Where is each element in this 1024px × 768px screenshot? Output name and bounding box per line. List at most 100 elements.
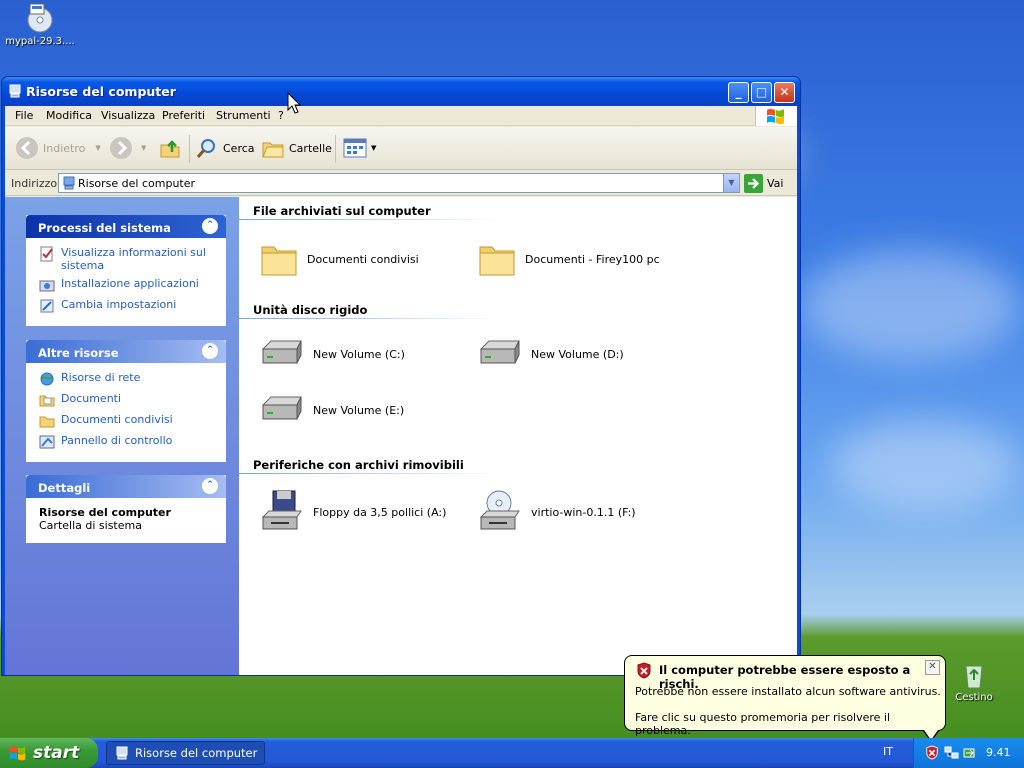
search-icon bbox=[196, 139, 215, 158]
folders-label: Cartelle bbox=[289, 141, 332, 155]
back-dropdown-icon[interactable]: ▼ bbox=[95, 144, 100, 152]
taskbar-button-label: Risorse del computer bbox=[135, 746, 258, 760]
item-drive-c[interactable]: New Volume (C:) bbox=[259, 339, 405, 369]
forward-dropdown-icon[interactable]: ▼ bbox=[141, 144, 146, 152]
security-notification-balloon[interactable]: Il computer potrebbe essere esposto a ri… bbox=[624, 655, 946, 742]
balloon-close-button[interactable]: ✕ bbox=[925, 660, 940, 675]
views-dropdown-icon: ▼ bbox=[371, 144, 377, 152]
task-label: Documenti bbox=[61, 392, 122, 405]
balloon-message-line2: Fare clic su questo promemoria per risol… bbox=[635, 711, 891, 737]
up-folder-icon bbox=[160, 140, 180, 158]
network-tray-icon[interactable] bbox=[944, 745, 959, 760]
explorer-window: Risorse del computer _ □ ✕ File Modifica… bbox=[1, 76, 801, 676]
group-hard-drives: Unità disco rigido bbox=[253, 303, 368, 317]
panel-body: Visualizza informazioni sul sistema Inst… bbox=[26, 238, 226, 326]
task-view-system-info[interactable]: Visualizza informazioni sul sistema bbox=[39, 246, 219, 272]
mouse-cursor-icon bbox=[287, 92, 301, 114]
address-bar: Indirizzo Risorse del computer ▼ Vai bbox=[5, 171, 797, 196]
group-stored-files: File archiviati sul computer bbox=[253, 204, 431, 218]
folders-icon bbox=[262, 142, 284, 158]
menu-tools[interactable]: Strumenti bbox=[216, 109, 271, 122]
maximize-button[interactable]: □ bbox=[751, 82, 772, 103]
folder-icon bbox=[39, 416, 55, 428]
back-arrow-icon bbox=[16, 137, 38, 159]
task-change-settings[interactable]: Cambia impostazioni bbox=[39, 298, 219, 314]
security-alert-tray-icon[interactable] bbox=[925, 745, 939, 760]
address-dropdown-button[interactable]: ▼ bbox=[723, 174, 739, 192]
settings-icon bbox=[40, 299, 54, 313]
up-folder-button[interactable] bbox=[158, 136, 182, 160]
item-drive-d[interactable]: New Volume (D:) bbox=[477, 339, 624, 369]
programs-icon bbox=[39, 280, 55, 292]
group-removable: Periferiche con archivi rimovibili bbox=[253, 458, 464, 472]
taskbar: start Risorse del computer IT 9.41 bbox=[0, 738, 1024, 768]
menu-edit[interactable]: Modifica bbox=[46, 109, 92, 122]
item-label: New Volume (C:) bbox=[313, 347, 405, 361]
start-button[interactable]: start bbox=[0, 738, 98, 768]
minimize-button[interactable]: _ bbox=[728, 82, 749, 103]
go-button[interactable]: Vai bbox=[744, 174, 783, 193]
task-label: Documenti condivisi bbox=[61, 413, 173, 426]
item-user-documents[interactable]: Documenti - Firey100 pc bbox=[477, 239, 660, 279]
documents-folder-icon bbox=[39, 395, 55, 407]
item-cd-drive-f[interactable]: virtio-win-0.1.1 (F:) bbox=[477, 489, 636, 535]
clock[interactable]: 9.41 bbox=[986, 746, 1011, 759]
content-area: Processi del sistema ⌃ Visualizza inform… bbox=[5, 197, 797, 675]
task-label: Pannello di controllo bbox=[61, 434, 173, 447]
start-label: start bbox=[33, 743, 80, 763]
panel-header[interactable]: Processi del sistema ⌃ bbox=[26, 215, 226, 238]
collapse-chevron-icon[interactable]: ⌃ bbox=[202, 478, 218, 494]
group-divider bbox=[239, 219, 499, 220]
panel-body: Risorse di rete Documenti Documenti cond… bbox=[26, 363, 226, 462]
task-shared-documents[interactable]: Documenti condivisi bbox=[39, 413, 219, 429]
folder-icon bbox=[261, 246, 297, 276]
task-label: Risorse di rete bbox=[61, 371, 141, 384]
folders-button[interactable]: Cartelle bbox=[261, 136, 332, 160]
desktop-icon-mypal[interactable]: mypal-29.3.... bbox=[0, 2, 80, 47]
panel-system-tasks: Processi del sistema ⌃ Visualizza inform… bbox=[26, 215, 226, 326]
title-bar[interactable]: Risorse del computer _ □ ✕ bbox=[2, 77, 800, 106]
menu-help[interactable]: ? bbox=[278, 109, 284, 122]
address-field[interactable]: Risorse del computer ▼ bbox=[58, 173, 740, 193]
my-computer-icon bbox=[116, 746, 128, 760]
item-label: virtio-win-0.1.1 (F:) bbox=[531, 505, 636, 519]
windows-logo bbox=[755, 106, 797, 126]
item-floppy-a[interactable]: Floppy da 3,5 pollici (A:) bbox=[259, 489, 446, 535]
close-button[interactable]: ✕ bbox=[774, 82, 795, 103]
details-type: Cartella di sistema bbox=[39, 519, 142, 532]
menu-view[interactable]: Visualizza bbox=[101, 109, 155, 122]
collapse-chevron-icon[interactable]: ⌃ bbox=[202, 218, 218, 234]
menu-favorites[interactable]: Preferiti bbox=[162, 109, 205, 122]
cd-setup-icon bbox=[27, 3, 53, 33]
task-add-remove-programs[interactable]: Installazione applicazioni bbox=[39, 277, 219, 293]
menu-file[interactable]: File bbox=[15, 109, 33, 122]
task-documents[interactable]: Documenti bbox=[39, 392, 219, 408]
back-button[interactable]: Indietro ▼ bbox=[15, 136, 101, 160]
desktop-icon-label: mypal-29.3.... bbox=[5, 36, 75, 47]
item-label: Floppy da 3,5 pollici (A:) bbox=[313, 505, 447, 519]
panel-header[interactable]: Altre risorse ⌃ bbox=[26, 340, 226, 363]
search-button[interactable]: Cerca bbox=[195, 136, 255, 160]
collapse-chevron-icon[interactable]: ⌃ bbox=[202, 343, 218, 359]
group-divider bbox=[239, 473, 499, 474]
desktop-icon-recycle-bin[interactable]: Cestino bbox=[934, 658, 1014, 703]
windows-flag-icon bbox=[9, 746, 26, 761]
forward-button[interactable]: ▼ bbox=[109, 136, 146, 160]
panel-other-places: Altre risorse ⌃ Risorse di rete Document… bbox=[26, 340, 226, 462]
task-network-places[interactable]: Risorse di rete bbox=[39, 371, 219, 387]
views-button[interactable]: ▼ bbox=[343, 136, 376, 160]
panel-header[interactable]: Dettagli ⌃ bbox=[26, 475, 226, 498]
folder-icon bbox=[479, 246, 515, 276]
task-pane: Processi del sistema ⌃ Visualizza inform… bbox=[5, 197, 239, 675]
item-shared-documents[interactable]: Documenti condivisi bbox=[259, 239, 419, 279]
language-indicator[interactable]: IT bbox=[883, 745, 893, 758]
toolbar-separator bbox=[335, 135, 336, 163]
balloon-message-line1: Potrebbe non essere installato alcun sof… bbox=[635, 685, 941, 698]
system-info-icon bbox=[40, 246, 53, 262]
security-shield-icon bbox=[637, 662, 651, 679]
control-panel-icon bbox=[39, 435, 55, 449]
task-control-panel[interactable]: Pannello di controllo bbox=[39, 434, 219, 450]
item-drive-e[interactable]: New Volume (E:) bbox=[259, 395, 404, 425]
taskbar-button-my-computer[interactable]: Risorse del computer bbox=[106, 741, 265, 765]
safely-remove-hardware-icon[interactable] bbox=[962, 745, 977, 760]
